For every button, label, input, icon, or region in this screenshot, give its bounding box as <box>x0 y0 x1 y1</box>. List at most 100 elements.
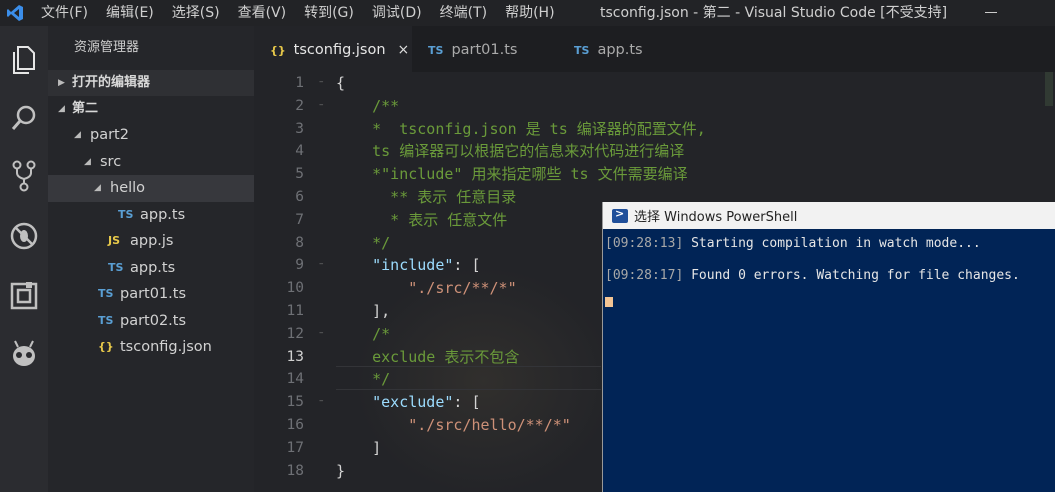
code-line: * tsconfig.json 是 ts 编译器的配置文件, <box>336 119 706 138</box>
powershell-title: 选择 Windows PowerShell <box>634 210 798 225</box>
line-number: 15 <box>286 394 304 411</box>
minimap[interactable] <box>1045 72 1053 106</box>
json-file-icon: {} <box>98 340 114 353</box>
workspace-label: 第二 <box>72 101 99 116</box>
line-number: 8 <box>295 234 304 251</box>
terminal-line: [09:28:13] Starting compilation in watch… <box>605 236 981 251</box>
workspace-section[interactable]: ◢ 第二 <box>48 96 254 122</box>
line-number: 17 <box>286 439 304 456</box>
line-number: 11 <box>286 302 304 319</box>
tree-item-label: app.js <box>130 233 174 249</box>
search-icon[interactable] <box>4 98 44 138</box>
line-number: 4 <box>295 143 304 160</box>
tree-item-label: app.ts <box>140 206 186 223</box>
menu-item[interactable]: 选择(S) <box>163 0 229 26</box>
fold-marker-icon[interactable]: – <box>319 259 324 269</box>
menu-item[interactable]: 编辑(E) <box>97 0 163 26</box>
tab-part01-ts[interactable]: TS part01.ts <box>412 26 558 72</box>
line-number: 14 <box>286 371 304 388</box>
line-number: 2 <box>295 97 304 114</box>
powershell-title-bar[interactable]: 选择 Windows PowerShell <box>603 202 1055 229</box>
tree-file[interactable]: TS part01.ts <box>48 281 254 308</box>
title-bar: 文件(F) 编辑(E) 选择(S) 查看(V) 转到(G) 调试(D) 终端(T) 帮助(H)… <box>0 0 1055 26</box>
json-file-icon: {} <box>270 44 286 57</box>
vscode-logo-icon <box>4 2 26 24</box>
tree-file[interactable]: {} tsconfig.json <box>48 334 254 361</box>
code-line: { <box>336 74 346 92</box>
fold-marker-icon[interactable]: – <box>319 100 324 110</box>
powershell-window: 选择 Windows PowerShell [09:28:13] Startin… <box>602 202 1055 492</box>
line-number: 1 <box>295 75 304 91</box>
menu-item[interactable]: 转到(G) <box>295 0 363 26</box>
tree-file[interactable]: TS part02.ts <box>48 308 254 335</box>
chevron-down-icon: ◢ <box>74 130 81 140</box>
open-editors-section[interactable]: ▶ 打开的编辑器 <box>48 70 254 96</box>
tab-bar: {} tsconfig.json × TS part01.ts TS app.ts <box>254 26 1055 72</box>
debug-icon[interactable] <box>4 216 44 256</box>
ts-file-icon: TS <box>108 260 124 274</box>
code-line: *"include" 用来指定哪些 ts 文件需要编译 <box>336 165 688 184</box>
chevron-down-icon: ◢ <box>94 183 101 193</box>
line-number: 13 <box>286 348 304 365</box>
line-number: 10 <box>286 280 304 297</box>
source-control-icon[interactable] <box>4 156 44 196</box>
tree-file[interactable]: JS app.js <box>48 228 254 255</box>
activity-bar <box>0 26 48 492</box>
tab-label: tsconfig.json <box>293 42 386 58</box>
extensions-icon[interactable] <box>4 276 44 316</box>
chevron-down-icon: ◢ <box>84 156 91 167</box>
window-title: tsconfig.json - 第二 - Visual Studio Code … <box>600 5 948 21</box>
terminal-line: [09:28:17] Found 0 errors. Watching for … <box>605 268 1020 283</box>
fold-marker-icon[interactable]: – <box>319 396 324 406</box>
tab-app-ts[interactable]: TS app.ts <box>558 26 704 72</box>
tab-label: part01.ts <box>451 42 518 58</box>
js-file-icon: JS <box>108 234 121 247</box>
explorer-sidebar: 资源管理器 ▶ 打开的编辑器 ◢ 第二 ◢ part2 ◢ src ◢ hello TS ap… <box>48 26 254 492</box>
menu-item[interactable]: 调试(D) <box>363 0 431 26</box>
line-number: 5 <box>295 166 304 183</box>
code-line: ts 编译器可以根据它的信息来对代码进行编译 <box>336 142 685 161</box>
line-number: 18 <box>286 462 304 479</box>
alien-icon[interactable] <box>4 334 44 374</box>
tree-item-label: part01.ts <box>120 286 187 302</box>
line-number: 6 <box>295 188 304 205</box>
line-number: 7 <box>295 211 304 228</box>
tree-folder[interactable]: ◢ src <box>48 149 254 176</box>
line-number-gutter: 1 – 2 – 3 4 5 6 7 8 9 – 10 11 12 – 13 14 15 – 16 17 18 <box>254 72 324 482</box>
tree-item-label: part02.ts <box>120 312 187 329</box>
menu-bar: 文件(F) 编辑(E) 选择(S) 查看(V) 转到(G) 调试(D) 终端(T) 帮助(H) <box>32 0 564 26</box>
tree-item-label: tsconfig.json <box>120 339 212 355</box>
line-number: 12 <box>286 325 304 342</box>
ts-file-icon: TS <box>118 207 134 221</box>
line-number: 9 <box>295 257 304 274</box>
tab-tsconfig-json[interactable]: {} tsconfig.json × <box>254 26 412 72</box>
open-editors-label: 打开的编辑器 <box>72 75 151 90</box>
line-number: 16 <box>286 416 304 433</box>
tree-file[interactable]: TS app.ts <box>48 255 254 282</box>
tree-file[interactable]: TS app.ts <box>48 202 254 229</box>
code-line: /** <box>336 96 400 115</box>
ts-file-icon: TS <box>428 44 444 57</box>
chevron-right-icon: ▶ <box>58 78 65 88</box>
explorer-header: 资源管理器 <box>74 40 140 55</box>
minimize-button[interactable] <box>977 0 1007 26</box>
menu-item[interactable]: 终端(T) <box>431 0 496 26</box>
tree-folder[interactable]: ◢ hello <box>48 175 254 202</box>
chevron-down-icon: ◢ <box>58 104 65 114</box>
tab-label: app.ts <box>597 42 643 58</box>
menu-item[interactable]: 文件(F) <box>32 0 97 26</box>
tree-item-label: src <box>100 153 122 170</box>
powershell-icon <box>612 207 628 223</box>
ts-file-icon: TS <box>98 287 114 300</box>
terminal-cursor <box>605 297 613 307</box>
close-icon[interactable]: × <box>398 42 410 58</box>
explorer-icon[interactable] <box>4 40 44 80</box>
tree-folder[interactable]: ◢ part2 <box>48 122 254 149</box>
menu-item[interactable]: 帮助(H) <box>496 0 563 26</box>
fold-marker-icon[interactable]: – <box>319 77 324 87</box>
ts-file-icon: TS <box>98 313 114 327</box>
fold-marker-icon[interactable]: – <box>319 328 324 338</box>
menu-item[interactable]: 查看(V) <box>229 0 296 26</box>
tree-item-label: hello <box>110 180 146 196</box>
tree-item-label: part2 <box>90 127 129 143</box>
